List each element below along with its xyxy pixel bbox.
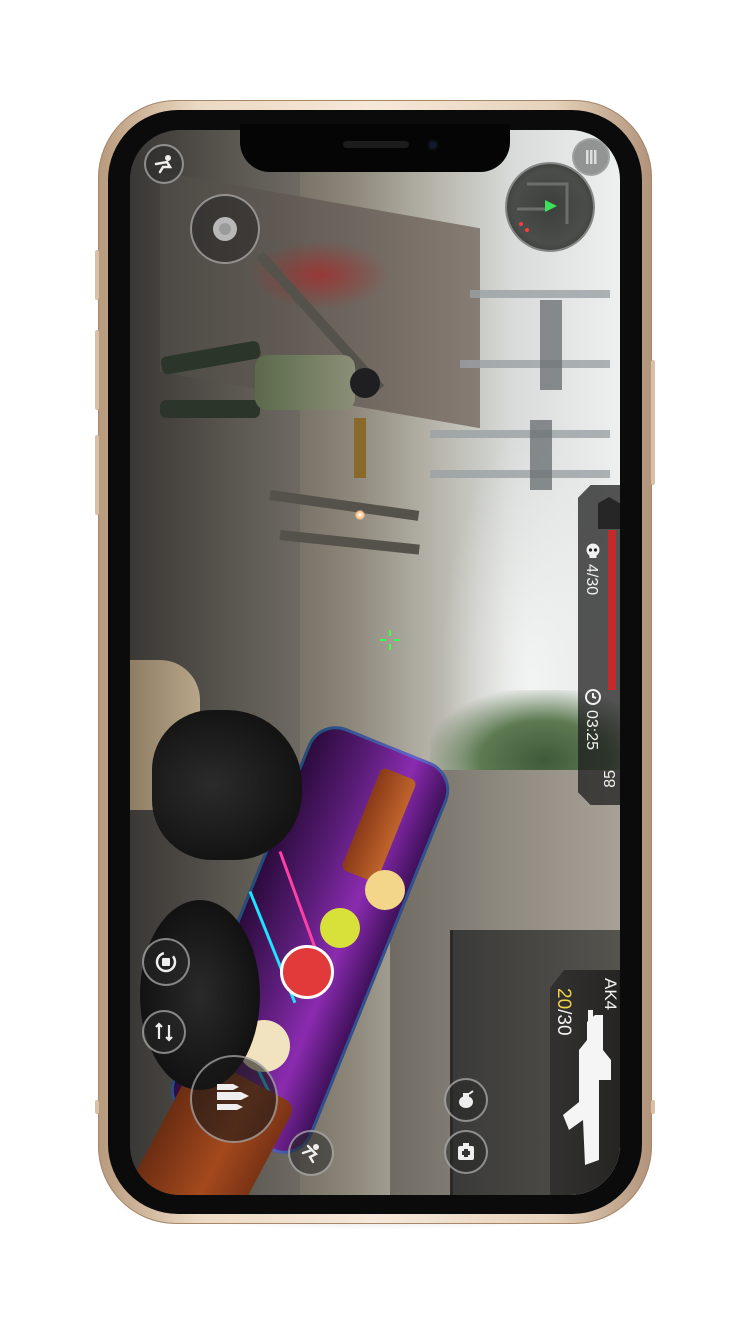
- ammo-current: 20: [553, 988, 574, 1010]
- jump-button[interactable]: [288, 1130, 334, 1176]
- menu-button[interactable]: [572, 138, 610, 176]
- minimap-enemy-marker: [519, 222, 523, 226]
- earpiece-speaker: [343, 141, 409, 148]
- reload-button[interactable]: [142, 938, 190, 986]
- skull-icon: [586, 543, 600, 558]
- silent-switch: [95, 250, 99, 300]
- phone-notch: [240, 124, 510, 172]
- front-camera: [427, 139, 439, 151]
- medkit-button[interactable]: [444, 1130, 488, 1174]
- grenade-icon: [459, 1090, 474, 1108]
- crouch-icon: [154, 155, 173, 174]
- enemy-score: 85: [602, 770, 619, 788]
- volume-down-button: [95, 435, 99, 515]
- hud: 4/30 03:25 85 AK4 20/30: [130, 130, 620, 1195]
- side-button: [651, 360, 655, 485]
- minimap-enemy-marker: [525, 228, 529, 232]
- weapon-name: AK4: [601, 978, 620, 1011]
- fire-button[interactable]: [190, 1055, 278, 1143]
- menu-icon: [586, 150, 597, 164]
- antenna-line-left: [95, 1100, 99, 1114]
- clock-icon: [585, 689, 601, 705]
- rifle-icon: [563, 1010, 611, 1165]
- device-mockup: 4/30 03:25 85 AK4 20/30: [0, 0, 750, 1334]
- crouch-button[interactable]: [144, 144, 184, 184]
- game-screen[interactable]: 4/30 03:25 85 AK4 20/30: [130, 130, 620, 1195]
- switch-weapon-button[interactable]: [142, 1010, 186, 1054]
- fire-icon: [217, 1084, 249, 1110]
- grenade-button[interactable]: [444, 1078, 488, 1122]
- volume-up-button: [95, 330, 99, 410]
- match-timer: 03:25: [583, 710, 600, 751]
- medkit-icon: [458, 1143, 474, 1160]
- team-chip: [598, 497, 620, 529]
- joystick-icon: [213, 217, 237, 241]
- antenna-line-right: [651, 1100, 655, 1114]
- jump-icon: [301, 1144, 319, 1164]
- movement-joystick[interactable]: [190, 194, 260, 264]
- switch-weapon-icon: [155, 1022, 173, 1042]
- kill-counter: 4/30: [583, 564, 600, 596]
- team-progress-bar: [608, 530, 616, 690]
- minimap[interactable]: [505, 162, 595, 252]
- minimap-player-marker: [545, 200, 557, 212]
- reload-icon: [155, 951, 177, 973]
